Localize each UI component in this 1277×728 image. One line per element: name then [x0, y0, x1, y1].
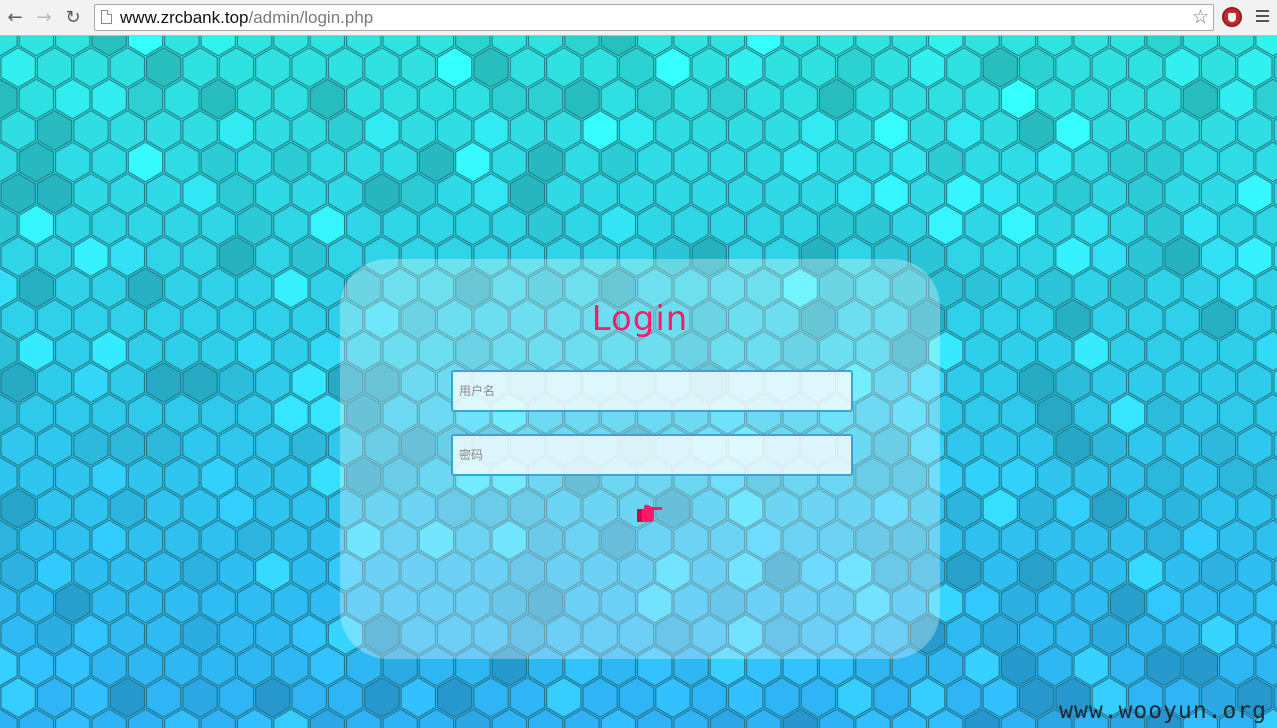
browser-toolbar: ← → ↻ www.zrcbank.top/admin/login.php ☆	[0, 0, 1277, 36]
arrow-left-icon: ←	[7, 6, 23, 28]
page-content: Login www.wooyun.org	[0, 36, 1277, 728]
url-path: /admin/login.php	[248, 8, 374, 27]
reload-icon: ↻	[65, 6, 81, 28]
username-input[interactable]	[451, 370, 853, 412]
reload-button[interactable]: ↻	[62, 6, 84, 28]
forward-button[interactable]: →	[33, 6, 55, 28]
page-icon	[101, 10, 112, 24]
watermark: www.wooyun.org	[1059, 698, 1267, 724]
arrow-right-icon: →	[36, 6, 52, 28]
url-host: www.zrcbank.top	[120, 8, 249, 27]
adblock-stop-icon[interactable]	[1222, 7, 1242, 27]
address-bar[interactable]: www.zrcbank.top/admin/login.php ☆	[94, 4, 1214, 31]
login-submit-button[interactable]	[627, 495, 673, 529]
star-icon[interactable]: ☆	[1192, 6, 1209, 28]
pointing-hand-icon	[637, 504, 663, 522]
login-title: Login	[591, 299, 689, 339]
back-button[interactable]: ←	[4, 6, 26, 28]
hamburger-menu-icon[interactable]	[1256, 10, 1269, 22]
url-text[interactable]: www.zrcbank.top/admin/login.php	[120, 8, 373, 28]
password-input[interactable]	[451, 434, 853, 476]
login-panel: Login	[340, 259, 940, 659]
